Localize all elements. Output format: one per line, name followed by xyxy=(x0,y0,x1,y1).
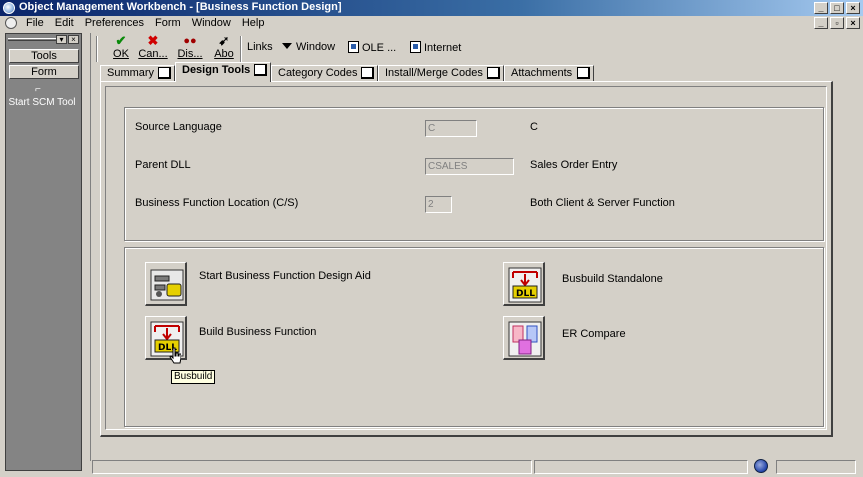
status-pane-right xyxy=(776,460,856,474)
bf-location-field[interactable]: 2 xyxy=(425,196,452,213)
binoculars-icon: ●● xyxy=(183,35,197,47)
hand-cursor-icon xyxy=(169,347,181,364)
dropdown-arrow-icon xyxy=(282,43,292,49)
tab-install-merge-codes[interactable]: Install/Merge Codes xyxy=(378,65,504,81)
toolbar-separator xyxy=(240,36,242,62)
parent-dll-field[interactable]: CSALES xyxy=(425,158,514,175)
toolbar-separator xyxy=(96,36,98,62)
tab-category-codes[interactable]: Category Codes xyxy=(271,65,378,81)
tab-label: Design Tools xyxy=(182,64,251,76)
bf-location-description: Both Client & Server Function xyxy=(530,197,675,209)
ok-label: OK xyxy=(113,48,129,60)
design-aid-button[interactable] xyxy=(145,262,187,306)
app-icon xyxy=(3,2,15,14)
tab-strip: Summary Design Tools Category Codes Inst… xyxy=(100,62,800,82)
exit-bar-panel: ▾ × Tools Form ⌐ Start SCM Tool xyxy=(5,33,82,471)
cancel-label: Can... xyxy=(138,48,168,60)
menu-help[interactable]: Help xyxy=(242,17,265,29)
child-close-button[interactable]: × xyxy=(846,17,860,29)
pointer-question-icon: ➹ xyxy=(218,33,230,48)
about-button[interactable]: ➹ Abo xyxy=(209,34,239,64)
design-aid-label[interactable]: Start Business Function Design Aid xyxy=(199,270,371,282)
tools-button[interactable]: Tools xyxy=(9,49,79,63)
tab-label: Category Codes xyxy=(278,67,358,79)
scm-tool-icon[interactable]: ⌐ xyxy=(35,85,47,95)
display-label: Dis... xyxy=(177,48,203,60)
tab-page-icon xyxy=(254,64,267,76)
tab-label: Summary xyxy=(107,67,155,79)
internet-icon xyxy=(410,41,421,53)
tab-page-icon xyxy=(487,67,500,79)
busbuild-standalone-label[interactable]: Busbuild Standalone xyxy=(562,273,663,285)
source-language-field[interactable]: C xyxy=(425,120,477,137)
tab-page-icon xyxy=(361,67,374,79)
panel-dropdown-icon[interactable]: ▾ xyxy=(56,35,67,44)
build-business-function-label[interactable]: Build Business Function xyxy=(199,326,316,338)
ole-label: OLE ... xyxy=(362,42,397,54)
field-group: Source Language C C Parent DLL CSALES Sa… xyxy=(124,107,824,241)
tab-label: Install/Merge Codes xyxy=(385,67,483,79)
busbuild-standalone-button[interactable]: DLL xyxy=(503,262,545,306)
form-button[interactable]: Form xyxy=(9,65,79,79)
menu-edit[interactable]: Edit xyxy=(55,17,74,29)
status-pane-secondary xyxy=(534,460,748,474)
toolbox-icon xyxy=(150,269,184,301)
ole-link[interactable]: OLE ... xyxy=(348,41,396,54)
window-label: Window xyxy=(296,41,336,53)
parent-dll-description: Sales Order Entry xyxy=(530,159,618,171)
tab-design-tools[interactable]: Design Tools xyxy=(175,62,271,82)
menu-form[interactable]: Form xyxy=(155,17,181,29)
globe-icon xyxy=(754,459,768,473)
tab-page-icon xyxy=(158,67,171,79)
panel-grip[interactable] xyxy=(8,38,58,41)
start-scm-tool-link[interactable]: Start SCM Tool xyxy=(8,97,76,108)
tab-summary[interactable]: Summary xyxy=(100,65,175,81)
source-language-description: C xyxy=(530,121,538,133)
window-title: Object Management Workbench - [Business … xyxy=(19,1,342,13)
status-pane-main xyxy=(92,460,532,474)
window-dropdown[interactable]: Window xyxy=(282,41,335,53)
display-button[interactable]: ●● Dis... xyxy=(175,34,205,64)
toolbar: ✔ OK ✖ Can... ●● Dis... ➹ Abo Links Wind… xyxy=(92,34,859,64)
tab-page-icon xyxy=(577,67,590,79)
parent-dll-label: Parent DLL xyxy=(135,159,191,171)
close-button[interactable]: × xyxy=(846,2,860,14)
dll-build-icon: DLL xyxy=(508,267,542,303)
ole-icon xyxy=(348,41,359,53)
menu-file[interactable]: File xyxy=(26,17,44,29)
action-group: Start Business Function Design Aid DLL B… xyxy=(124,247,824,427)
svg-text:DLL: DLL xyxy=(516,289,535,299)
x-icon: ✖ xyxy=(147,33,159,48)
menu-window[interactable]: Window xyxy=(192,17,231,29)
bf-location-label: Business Function Location (C/S) xyxy=(135,197,299,209)
internet-link[interactable]: Internet xyxy=(410,41,461,54)
status-bar xyxy=(90,459,859,475)
checkmark-icon: ✔ xyxy=(115,33,127,48)
cancel-button[interactable]: ✖ Can... xyxy=(138,34,168,64)
panel-close-icon[interactable]: × xyxy=(68,35,79,44)
er-compare-button[interactable] xyxy=(503,316,545,360)
internet-label: Internet xyxy=(424,42,462,54)
compare-icon xyxy=(508,321,542,357)
maximize-button[interactable]: □ xyxy=(830,2,844,14)
er-compare-label[interactable]: ER Compare xyxy=(562,328,626,340)
source-language-label: Source Language xyxy=(135,121,222,133)
menu-preferences[interactable]: Preferences xyxy=(85,17,144,29)
busbuild-tooltip: Busbuild xyxy=(171,370,216,384)
tab-attachments[interactable]: Attachments xyxy=(504,65,594,81)
minimize-button[interactable]: _ xyxy=(814,2,828,14)
links-label: Links xyxy=(247,41,273,53)
child-restore-button[interactable]: ▫ xyxy=(830,17,844,29)
system-menu-icon[interactable] xyxy=(5,17,17,29)
ok-button[interactable]: ✔ OK xyxy=(106,34,136,64)
title-bar: Object Management Workbench - [Business … xyxy=(0,0,863,16)
tab-label: Attachments xyxy=(511,67,573,79)
about-label: Abo xyxy=(214,48,234,60)
menu-bar: File Edit Preferences Form Window Help _… xyxy=(0,16,863,31)
child-minimize-button[interactable]: _ xyxy=(814,17,828,29)
